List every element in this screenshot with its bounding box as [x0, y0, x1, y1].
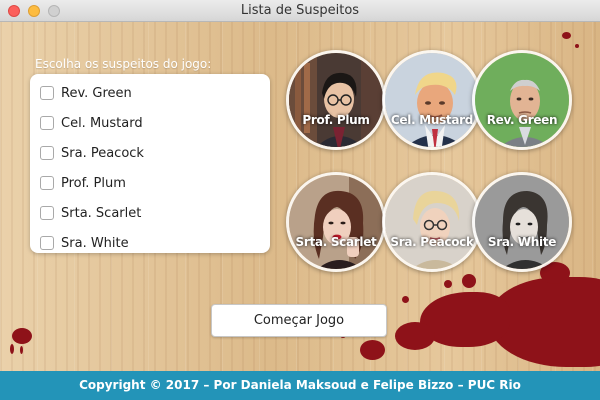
suspect-label: Sra. White [61, 235, 129, 251]
portrait-caption: Prof. Plum [302, 113, 370, 127]
portrait-sra-white[interactable]: Sra. White [472, 172, 572, 272]
suspect-row-sra-peacock[interactable]: Sra. Peacock [30, 138, 270, 168]
suspect-label: Srta. Scarlet [61, 205, 142, 221]
sra-white-photo [475, 175, 569, 269]
suspect-label: Cel. Mustard [61, 115, 143, 131]
suspect-row-cel-mustard[interactable]: Cel. Mustard [30, 108, 270, 138]
portrait-caption: Sra. Peacock [390, 235, 474, 249]
cel-mustard-photo [385, 53, 479, 147]
portrait-rev-green[interactable]: Rev. Green [472, 50, 572, 150]
suspect-label: Prof. Plum [61, 175, 126, 191]
start-game-button[interactable]: Começar Jogo [211, 304, 387, 337]
suspect-label: Sra. Peacock [61, 145, 144, 161]
checkbox[interactable] [40, 176, 54, 190]
srta-scarlet-photo [289, 175, 383, 269]
suspect-row-srta-scarlet[interactable]: Srta. Scarlet [30, 198, 270, 228]
prof-plum-photo [289, 53, 383, 147]
portrait-caption: Sra. White [487, 235, 557, 249]
window-title: Lista de Suspeitos [240, 3, 360, 18]
content-area: Escolha os suspeitos do jogo: Rev. Green… [0, 22, 600, 371]
suspect-row-sra-white[interactable]: Sra. White [30, 228, 270, 258]
portrait-cel-mustard[interactable]: Cel. Mustard [382, 50, 482, 150]
checkbox[interactable] [40, 236, 54, 250]
portrait-caption: Rev. Green [486, 113, 558, 127]
portrait-caption: Cel. Mustard [390, 113, 474, 127]
suspect-label: Rev. Green [61, 85, 132, 101]
checkbox[interactable] [40, 86, 54, 100]
footer-copyright: Copyright © 2017 – Por Daniela Maksoud e… [0, 371, 600, 400]
rev-green-photo [475, 53, 569, 147]
portrait-sra-peacock[interactable]: Sra. Peacock [382, 172, 482, 272]
portrait-caption: Srta. Scarlet [295, 235, 377, 249]
portrait-srta-scarlet[interactable]: Srta. Scarlet [286, 172, 386, 272]
checkbox[interactable] [40, 206, 54, 220]
checkbox[interactable] [40, 116, 54, 130]
title-bar: Lista de Suspeitos [0, 0, 600, 22]
checkbox[interactable] [40, 146, 54, 160]
suspect-row-prof-plum[interactable]: Prof. Plum [30, 168, 270, 198]
suspect-row-rev-green[interactable]: Rev. Green [30, 78, 270, 108]
suspects-checklist: Rev. Green Cel. Mustard Sra. Peacock Pro… [30, 74, 270, 253]
suspect-prompt: Escolha os suspeitos do jogo: [35, 57, 212, 71]
portrait-prof-plum[interactable]: Prof. Plum [286, 50, 386, 150]
sra-peacock-photo [385, 175, 479, 269]
